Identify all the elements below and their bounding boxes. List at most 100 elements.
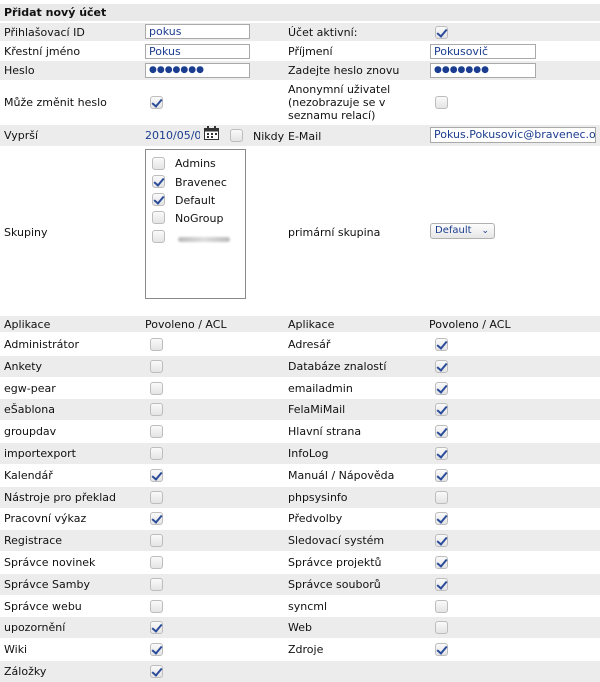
group-checkbox-admins[interactable] (152, 157, 165, 170)
firstname-input[interactable]: Pokus (145, 44, 250, 59)
email-label: E-Mail (288, 130, 322, 143)
table-row (0, 661, 600, 682)
app-label: Adresář (288, 338, 331, 351)
group-checkbox-hidden[interactable] (152, 230, 165, 243)
anonymous-label-3: seznamu relací) (288, 109, 376, 122)
app-label: egw-pear (4, 382, 56, 395)
app-label: Správce projektů (288, 556, 382, 569)
can-change-pw-checkbox[interactable] (150, 96, 163, 109)
app-label: Záložky (4, 665, 47, 678)
active-checkbox[interactable] (435, 26, 448, 39)
col-acl-right: Povoleno / ACL (429, 318, 511, 331)
col-app-left: Aplikace (4, 318, 51, 331)
app-enabled-checkbox[interactable] (435, 491, 448, 504)
group-label-admins: Admins (175, 157, 216, 170)
firstname-label: Křestní jméno (4, 45, 81, 58)
app-label: Manuál / Nápověda (288, 469, 395, 482)
app-label: Správce souborů (288, 578, 381, 591)
app-label: Administrátor (4, 338, 79, 351)
app-enabled-checkbox[interactable] (435, 425, 448, 438)
col-acl-left: Povoleno / ACL (145, 318, 227, 331)
login-label: Přihlašovací ID (4, 26, 85, 39)
password2-input[interactable]: ●●●●●●● (430, 63, 536, 78)
app-enabled-checkbox[interactable] (435, 469, 448, 482)
password-input[interactable]: ●●●●●●● (145, 63, 250, 78)
app-enabled-checkbox[interactable] (435, 534, 448, 547)
app-label: Nástroje pro překlad (4, 491, 117, 504)
email-input[interactable]: Pokus.Pokusovic@bravenec.oi (430, 127, 596, 143)
login-input[interactable]: pokus (145, 24, 250, 39)
app-label: importexport (4, 447, 76, 460)
password-label: Heslo (4, 64, 35, 77)
app-enabled-checkbox[interactable] (435, 338, 448, 351)
anonymous-checkbox[interactable] (435, 96, 448, 109)
groups-list[interactable]: Admins Bravenec Default NoGroup (145, 149, 246, 299)
add-account-form: Přidat nový účet Přihlašovací ID pokus Ú… (0, 0, 600, 682)
app-label: Registrace (4, 534, 63, 547)
app-enabled-checkbox[interactable] (435, 643, 448, 656)
app-enabled-checkbox[interactable] (150, 491, 163, 504)
app-enabled-checkbox[interactable] (150, 447, 163, 460)
app-enabled-checkbox[interactable] (435, 621, 448, 634)
groups-label: Skupiny (4, 226, 48, 239)
app-enabled-checkbox[interactable] (435, 556, 448, 569)
calendar-icon[interactable] (204, 126, 219, 140)
app-enabled-checkbox[interactable] (150, 469, 163, 482)
app-label: eŠablona (4, 403, 55, 416)
app-label: Kalendář (4, 469, 53, 482)
app-enabled-checkbox[interactable] (150, 534, 163, 547)
app-label: phpsysinfo (288, 491, 348, 504)
app-label: Wiki (4, 643, 28, 656)
app-enabled-checkbox[interactable] (150, 578, 163, 591)
app-label: groupdav (4, 425, 57, 438)
app-label: Hlavní strana (288, 425, 362, 438)
group-checkbox-bravenec[interactable] (152, 175, 165, 188)
expires-date-input[interactable]: 2010/05/0 (145, 129, 200, 144)
app-enabled-checkbox[interactable] (150, 382, 163, 395)
app-enabled-checkbox[interactable] (435, 403, 448, 416)
group-label-nogroup: NoGroup (175, 212, 224, 225)
active-label: Účet aktivní: (288, 26, 358, 39)
group-checkbox-default[interactable] (152, 193, 165, 206)
app-enabled-checkbox[interactable] (150, 621, 163, 634)
app-enabled-checkbox[interactable] (150, 338, 163, 351)
app-enabled-checkbox[interactable] (150, 360, 163, 373)
primary-group-label: primární skupina (288, 226, 381, 239)
anonymous-label-2: (nezobrazuje se v (288, 96, 386, 109)
app-enabled-checkbox[interactable] (435, 512, 448, 525)
app-enabled-checkbox[interactable] (435, 360, 448, 373)
app-label: upozornění (4, 621, 66, 634)
lastname-label: Příjmení (288, 45, 333, 58)
app-label: Správce webu (4, 600, 82, 613)
anonymous-label-1: Anonymní uživatel (288, 83, 391, 96)
app-enabled-checkbox[interactable] (435, 447, 448, 460)
can-change-pw-label: Může změnit heslo (4, 96, 107, 109)
never-checkbox[interactable] (230, 129, 243, 142)
app-enabled-checkbox[interactable] (150, 403, 163, 416)
app-label: Ankety (4, 360, 43, 373)
app-enabled-checkbox[interactable] (150, 665, 163, 678)
app-enabled-checkbox[interactable] (150, 512, 163, 525)
app-enabled-checkbox[interactable] (150, 425, 163, 438)
app-enabled-checkbox[interactable] (435, 578, 448, 591)
app-enabled-checkbox[interactable] (435, 382, 448, 395)
app-enabled-checkbox[interactable] (150, 600, 163, 613)
app-label: Předvolby (288, 512, 343, 525)
app-enabled-checkbox[interactable] (435, 600, 448, 613)
app-label: FelaMiMail (288, 403, 346, 416)
app-label: Pracovní výkaz (4, 512, 87, 525)
primary-group-select[interactable]: Default ⌄ (430, 223, 495, 239)
app-label: syncml (288, 600, 328, 613)
never-label: Nikdy (253, 130, 285, 143)
app-enabled-checkbox[interactable] (150, 556, 163, 569)
col-app-right: Aplikace (288, 318, 335, 331)
blurred-group-name (178, 237, 230, 242)
group-label-bravenec: Bravenec (175, 176, 227, 189)
app-label: Správce novinek (4, 556, 96, 569)
app-enabled-checkbox[interactable] (150, 643, 163, 656)
group-checkbox-nogroup[interactable] (152, 211, 165, 224)
lastname-input[interactable]: Pokusovič (430, 44, 536, 59)
group-label-default: Default (175, 194, 216, 207)
app-label: Databáze znalostí (288, 360, 387, 373)
app-label: Sledovací systém (288, 534, 385, 547)
